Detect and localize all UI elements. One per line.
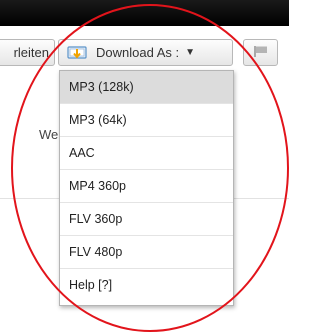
chevron-down-icon: ▼ <box>185 47 196 58</box>
flag-icon <box>253 45 268 61</box>
menu-item-mp3-64k[interactable]: MP3 (64k) <box>60 104 233 137</box>
edit-button-label: rleiten <box>13 45 49 60</box>
download-format-menu: MP3 (128k) MP3 (64k) AAC MP4 360p FLV 36… <box>59 70 234 306</box>
menu-item-aac[interactable]: AAC <box>60 137 233 170</box>
menu-item-flv-360p[interactable]: FLV 360p <box>60 203 233 236</box>
download-as-button[interactable]: Download As : ▼ <box>58 39 233 66</box>
flag-button[interactable] <box>243 39 278 66</box>
background-heading: We <box>39 127 59 142</box>
menu-item-flv-480p[interactable]: FLV 480p <box>60 236 233 269</box>
menu-item-help[interactable]: Help [?] <box>60 269 233 301</box>
download-as-label: Download As : <box>96 45 180 60</box>
top-dark-bar <box>0 0 289 26</box>
menu-item-mp3-128k[interactable]: MP3 (128k) <box>60 71 233 104</box>
download-box-icon <box>67 45 87 60</box>
menu-item-mp4-360p[interactable]: MP4 360p <box>60 170 233 203</box>
edit-button[interactable]: rleiten <box>0 39 55 66</box>
